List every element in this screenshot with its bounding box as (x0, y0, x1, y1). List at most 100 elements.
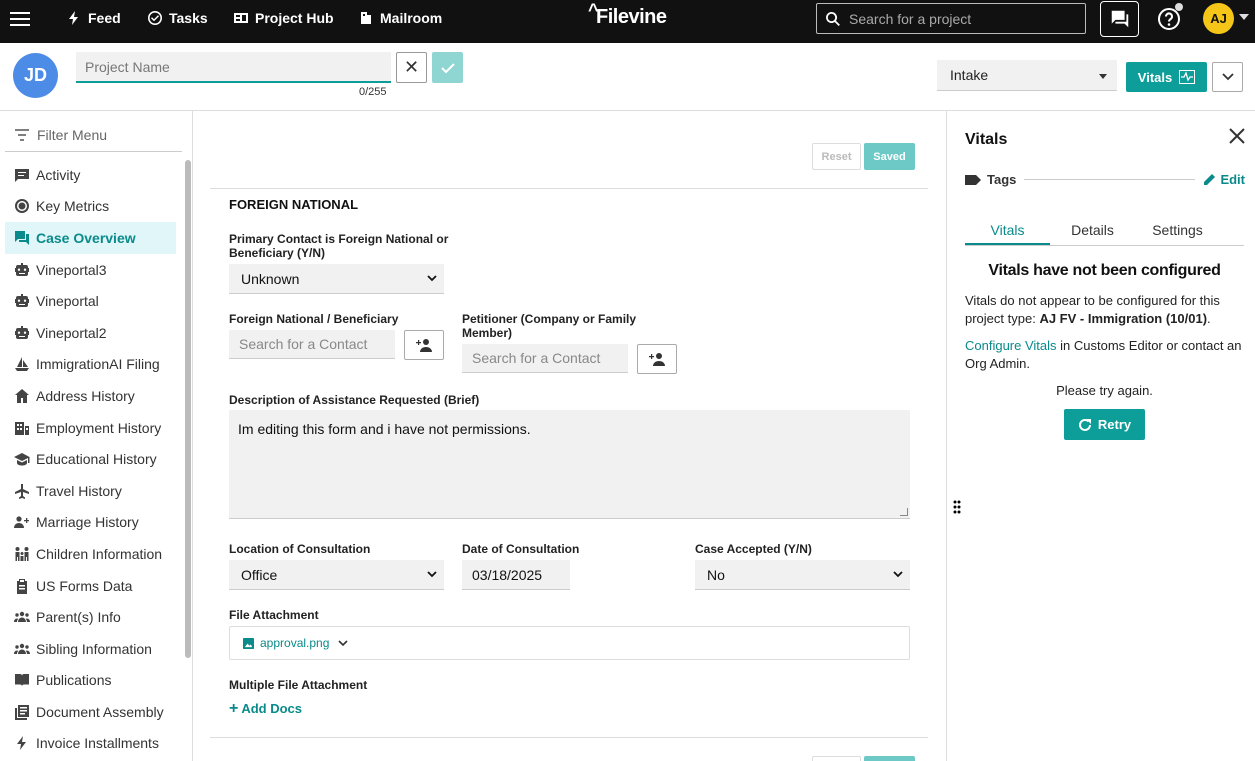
drag-handle-icon[interactable] (952, 500, 962, 514)
sidebar-scrollbar[interactable] (185, 160, 191, 658)
sidebar-item-vineportal2[interactable]: Vineportal2 (5, 317, 176, 349)
resize-handle-icon[interactable] (900, 508, 908, 516)
nav-mailroom-label: Mailroom (380, 10, 443, 26)
chevron-down-icon (427, 275, 437, 282)
top-navigation-bar: Feed Tasks Project Hub Mailroom ^ Filevi… (0, 0, 1255, 43)
project-type: AJ FV - Immigration (10/01) (1039, 311, 1208, 326)
sidebar-item-label: Vineportal3 (36, 261, 107, 278)
messages-button[interactable] (1100, 1, 1139, 37)
location-select[interactable]: Office (229, 560, 444, 590)
search-icon (826, 11, 840, 26)
project-search[interactable] (816, 3, 1086, 34)
retry-button[interactable]: Retry (1064, 409, 1145, 440)
sidebar-item-label: Employment History (36, 419, 162, 436)
case-accepted-label: Case Accepted (Y/N) (695, 542, 812, 556)
plus-icon: + (229, 699, 239, 717)
date-input[interactable]: 03/18/2025 (462, 560, 570, 590)
close-icon[interactable] (1228, 127, 1246, 145)
tab-vitals[interactable]: Vitals (965, 218, 1050, 245)
add-contact-button[interactable] (637, 344, 677, 374)
foreign-national-label: Foreign National / Beneficiary (229, 312, 399, 326)
project-search-input[interactable] (849, 10, 1079, 27)
pulse-icon (1179, 70, 1196, 84)
nav-project-hub[interactable]: Project Hub (233, 10, 334, 26)
edit-tags-button[interactable]: Edit (1203, 172, 1245, 187)
refresh-icon (1078, 418, 1091, 431)
nav-feed[interactable]: Feed (66, 10, 121, 26)
vitals-button[interactable]: Vitals (1126, 62, 1207, 92)
cancel-button[interactable]: ✕ (396, 52, 427, 83)
sidebar-item-key-metrics[interactable]: Key Metrics (5, 191, 176, 223)
section-title: FOREIGN NATIONAL (229, 197, 359, 212)
phase-select[interactable]: Intake (937, 60, 1117, 91)
chevron-down-icon[interactable] (337, 639, 349, 647)
more-options-button[interactable] (1212, 62, 1243, 92)
sidebar-item-document-assembly[interactable]: Document Assembly (5, 696, 176, 728)
sidebar-item-label: Sibling Information (36, 640, 152, 657)
saved-button-bottom[interactable] (864, 756, 915, 761)
logo-chevron-icon: ^ (588, 0, 599, 20)
petitioner-contact-input[interactable]: Search for a Contact (462, 344, 628, 373)
sidebar-item-immigrationai-filing[interactable]: ImmigrationAI Filing (5, 349, 176, 381)
case-accepted-value: No (707, 566, 725, 583)
project-name-input[interactable]: Project Name (76, 52, 391, 83)
sidebar-item-sibling-information[interactable]: Sibling Information (5, 633, 176, 665)
reset-button[interactable]: Reset (812, 143, 861, 170)
panel-tabs: Vitals Details Settings (965, 218, 1244, 246)
sidebar-item-vineportal3[interactable]: Vineportal3 (5, 254, 176, 286)
sidebar-item-marriage-history[interactable]: Marriage History (5, 507, 176, 539)
nav-tasks[interactable]: Tasks (147, 10, 208, 26)
filter-icon (15, 129, 29, 141)
saved-button[interactable]: Saved (864, 143, 915, 170)
sidebar-item-label: ImmigrationAI Filing (36, 356, 160, 373)
filter-menu-input[interactable]: Filter Menu (5, 119, 182, 152)
sidebar-item-parents-info[interactable]: Parent(s) Info (5, 601, 176, 633)
file-attachment-field[interactable]: approval.png (229, 626, 910, 660)
file-attachment-label: File Attachment (229, 608, 319, 622)
description-textarea[interactable]: Im editing this form and i have not perm… (229, 410, 910, 519)
reset-button-bottom[interactable] (812, 756, 861, 761)
tab-details[interactable]: Details (1050, 218, 1135, 245)
people-plus-icon (13, 514, 30, 531)
primary-contact-value: Unknown (241, 270, 300, 287)
primary-contact-select[interactable]: Unknown (229, 264, 444, 294)
sidebar-item-publications[interactable]: Publications (5, 665, 176, 697)
foreign-national-contact-input[interactable]: Search for a Contact (229, 330, 395, 359)
help-button[interactable] (1157, 3, 1183, 31)
sidebar-item-vineportal[interactable]: Vineportal (5, 285, 176, 317)
sidebar-item-us-forms-data[interactable]: US Forms Data (5, 570, 176, 602)
user-menu-caret-icon[interactable] (1239, 14, 1249, 20)
divider (210, 188, 928, 189)
sidebar-item-label: Educational History (36, 451, 157, 468)
case-accepted-select[interactable]: No (695, 560, 910, 590)
group-icon (13, 609, 30, 626)
sidebar-item-activity[interactable]: Activity (5, 159, 176, 191)
hamburger-menu-icon[interactable] (10, 9, 30, 29)
add-docs-label: Add Docs (241, 701, 303, 716)
confirm-button[interactable] (432, 52, 463, 83)
nav-feed-label: Feed (88, 10, 121, 26)
notification-dot (1175, 3, 1183, 11)
nav-mailroom[interactable]: Mailroom (358, 10, 442, 26)
add-docs-button[interactable]: + Add Docs (229, 699, 303, 717)
mailroom-icon (361, 12, 371, 24)
pencil-icon (1204, 174, 1216, 185)
nav-tasks-label: Tasks (169, 10, 208, 26)
add-contact-button[interactable] (404, 330, 444, 360)
configure-vitals-link[interactable]: Configure Vitals (965, 338, 1057, 353)
sidebar-item-address-history[interactable]: Address History (5, 380, 176, 412)
sidebar-item-employment-history[interactable]: Employment History (5, 412, 176, 444)
image-file-icon (243, 637, 254, 649)
sidebar-item-case-overview[interactable]: Case Overview (5, 222, 176, 254)
chevron-down-icon (427, 571, 437, 578)
user-avatar[interactable]: AJ (1203, 3, 1234, 34)
sidebar-item-travel-history[interactable]: Travel History (5, 475, 176, 507)
sidebar-item-invoice-installments[interactable]: Invoice Installments (5, 728, 176, 760)
sidebar-item-label: US Forms Data (36, 577, 133, 594)
sidebar-item-children-information[interactable]: Children Information (5, 538, 176, 570)
filevine-logo[interactable]: ^ Filevine (586, 0, 667, 29)
book-icon (13, 672, 30, 689)
sidebar-item-educational-history[interactable]: Educational History (5, 443, 176, 475)
tab-settings[interactable]: Settings (1135, 218, 1220, 245)
file-name-link[interactable]: approval.png (260, 636, 329, 650)
